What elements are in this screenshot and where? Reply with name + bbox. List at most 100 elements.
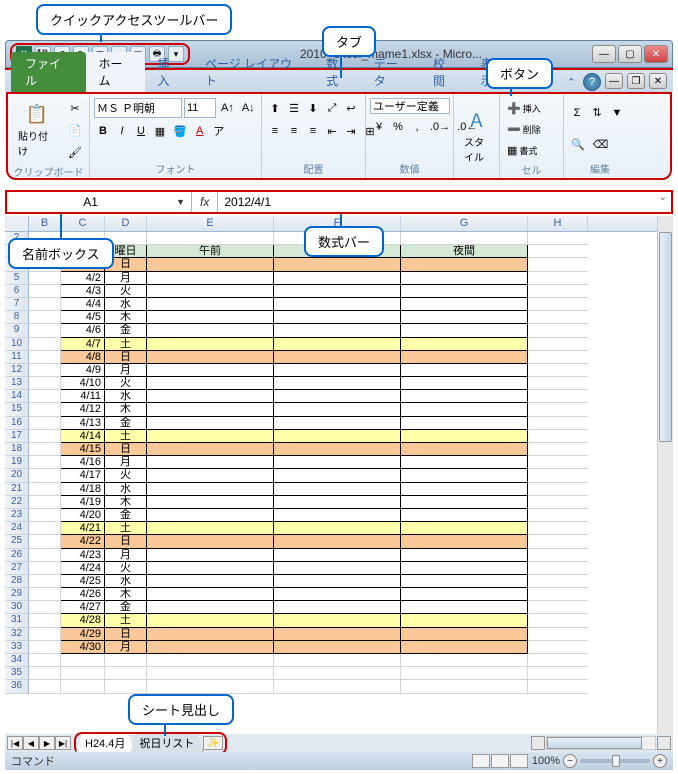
increase-indent-button[interactable]: ⇥ [342,121,360,141]
cell[interactable] [528,258,588,271]
cell[interactable] [401,364,528,377]
cell[interactable] [274,496,401,509]
cell[interactable]: 4/5 [61,311,105,324]
row-header[interactable]: 31 [5,614,29,627]
row-header[interactable]: 13 [5,377,29,390]
cell[interactable] [147,364,274,377]
cell[interactable] [528,522,588,535]
horizontal-scroll-thumb[interactable] [547,737,642,749]
workbook-close-button[interactable]: ✕ [649,73,667,89]
cell[interactable]: 火 [105,562,147,575]
cell[interactable] [274,324,401,337]
cell[interactable]: 4/22 [61,535,105,548]
cell[interactable] [29,562,61,575]
cell[interactable] [274,654,401,667]
normal-view-button[interactable] [472,754,490,768]
cell[interactable] [147,390,274,403]
cell[interactable] [147,641,274,654]
cell[interactable] [147,298,274,311]
cell[interactable] [274,430,401,443]
align-right-button[interactable]: ≡ [304,121,322,141]
increase-font-button[interactable]: A↑ [218,98,237,118]
cell[interactable] [274,285,401,298]
cell[interactable] [528,483,588,496]
zoom-in-button[interactable]: + [653,754,667,768]
cell[interactable] [401,232,528,245]
tab-file[interactable]: ファイル [11,52,86,92]
cell[interactable]: 日 [105,628,147,641]
cell[interactable] [528,614,588,627]
zoom-slider[interactable] [580,759,650,763]
cell[interactable] [528,535,588,548]
cell[interactable]: 木 [105,311,147,324]
cell[interactable] [147,417,274,430]
cell[interactable] [274,417,401,430]
cell[interactable]: 4/30 [61,641,105,654]
cell[interactable]: 4/24 [61,562,105,575]
cell[interactable] [528,430,588,443]
page-break-view-button[interactable] [510,754,528,768]
row-header[interactable]: 25 [5,535,29,548]
cell[interactable] [29,667,61,680]
row-header[interactable]: 17 [5,430,29,443]
cell[interactable] [401,272,528,285]
cell[interactable] [147,338,274,351]
cell[interactable] [147,496,274,509]
cell[interactable] [528,496,588,509]
column-header[interactable]: B [29,216,61,231]
cell[interactable] [401,443,528,456]
cell[interactable] [29,390,61,403]
cell[interactable] [147,522,274,535]
cell[interactable] [147,628,274,641]
italic-button[interactable]: I [113,121,131,141]
cell[interactable] [528,403,588,416]
cell[interactable] [528,654,588,667]
cell[interactable] [401,417,528,430]
cell[interactable]: 木 [105,588,147,601]
cell[interactable] [274,562,401,575]
cell[interactable] [528,456,588,469]
cell[interactable]: 4/8 [61,351,105,364]
cell[interactable] [61,667,105,680]
cell[interactable] [29,272,61,285]
cell[interactable] [29,298,61,311]
cell[interactable] [147,351,274,364]
column-header[interactable]: G [401,216,528,231]
cell[interactable]: 土 [105,430,147,443]
cell[interactable] [401,469,528,482]
close-button[interactable]: ✕ [644,45,668,63]
cell[interactable] [528,298,588,311]
cell[interactable]: 水 [105,298,147,311]
cell[interactable]: 土 [105,522,147,535]
cell[interactable] [29,430,61,443]
vertical-scroll-thumb[interactable] [659,232,672,442]
cell[interactable]: 4/29 [61,628,105,641]
cell[interactable] [147,680,274,693]
cell[interactable] [147,654,274,667]
cell[interactable] [274,628,401,641]
comma-button[interactable]: , [408,117,426,137]
cell[interactable] [528,680,588,693]
fill-color-button[interactable]: 🪣 [170,121,190,141]
cell[interactable] [401,338,528,351]
cut-button[interactable]: ✂ [65,98,85,118]
cell[interactable] [401,377,528,390]
cell[interactable] [147,483,274,496]
cell[interactable] [401,562,528,575]
cell[interactable] [105,680,147,693]
row-header[interactable]: 21 [5,483,29,496]
cell[interactable] [401,601,528,614]
cell[interactable]: 月 [105,364,147,377]
cell[interactable]: 月 [105,641,147,654]
cell[interactable] [29,377,61,390]
cell[interactable] [528,377,588,390]
first-sheet-button[interactable]: |◀ [7,736,23,750]
autosum-button[interactable]: Σ [568,103,586,123]
underline-button[interactable]: U [132,121,150,141]
cell[interactable] [147,614,274,627]
cell[interactable] [29,601,61,614]
format-painter-button[interactable]: 🖌 [65,142,85,162]
border-button[interactable]: ▦ [151,121,169,141]
cell[interactable]: 4/11 [61,390,105,403]
cell[interactable]: 4/2 [61,272,105,285]
